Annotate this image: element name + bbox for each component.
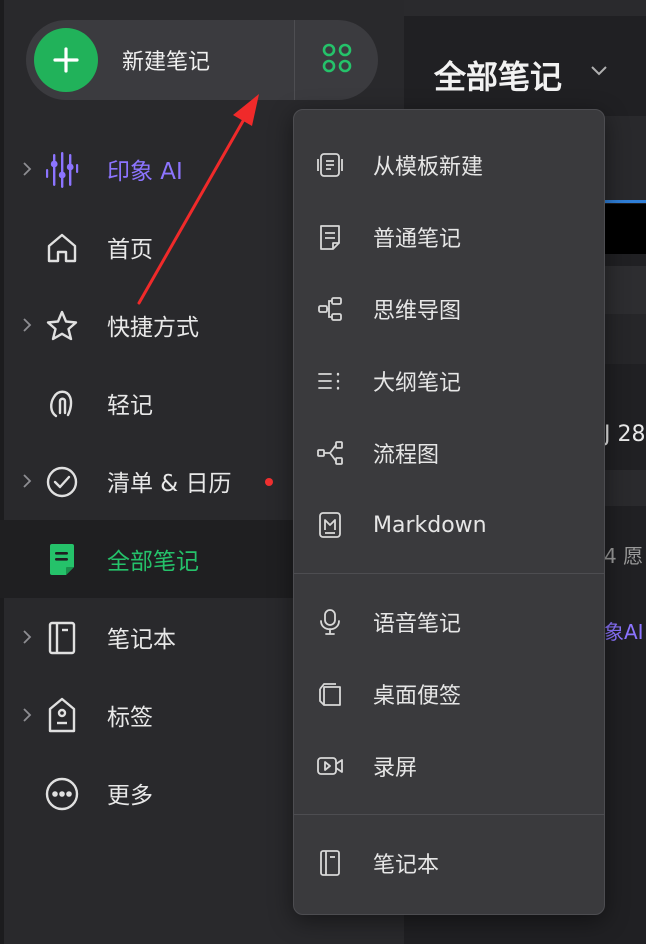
note-list-item[interactable] xyxy=(600,314,646,364)
note-text-fragment: 4 愿 xyxy=(604,544,644,568)
menu-item-label: 流程图 xyxy=(373,443,440,468)
outline-icon xyxy=(316,367,344,395)
note-ai-fragment: 象AI xyxy=(604,620,644,644)
menu-divider xyxy=(294,573,604,574)
sidebar-item-label: 全部笔记 xyxy=(107,549,199,575)
new-note-dropdown-menu: 从模板新建 普通笔记 思维导图 大纲笔记 流程图 Markdown 语音笔记 桌… xyxy=(293,109,605,915)
four-leaf-grid-icon xyxy=(321,42,353,78)
menu-item-notebook[interactable]: 笔记本 xyxy=(294,827,604,899)
new-note-button-group: 新建笔记 xyxy=(26,20,378,100)
sidebar-item-label: 首页 xyxy=(107,237,153,263)
menu-item-flowchart[interactable]: 流程图 xyxy=(294,417,604,489)
note-list-item[interactable] xyxy=(600,470,646,506)
new-note-label: 新建笔记 xyxy=(122,50,211,75)
sidebar-item-label: 清单 & 日历 xyxy=(107,471,232,497)
more-icon xyxy=(42,774,82,814)
menu-item-label: 大纲笔记 xyxy=(373,371,462,396)
check-circle-icon xyxy=(42,462,82,502)
note-icon xyxy=(316,223,344,251)
menu-item-label: 普通笔记 xyxy=(373,227,462,252)
chevron-right-icon[interactable] xyxy=(20,316,34,334)
sidebar-item-label: 更多 xyxy=(107,783,153,809)
menu-item-label: 思维导图 xyxy=(373,299,462,324)
sidebar-item-label: 印象 AI xyxy=(107,159,183,185)
menu-item-outline-note[interactable]: 大纲笔记 xyxy=(294,345,604,417)
chevron-right-icon[interactable] xyxy=(20,160,34,178)
note-list-item-selected[interactable] xyxy=(600,204,646,254)
new-note-options-button[interactable] xyxy=(295,20,378,100)
flowchart-icon xyxy=(316,439,344,467)
menu-item-label: 语音笔记 xyxy=(373,612,462,637)
notification-dot xyxy=(265,478,273,486)
menu-item-label: 录屏 xyxy=(373,756,418,781)
menu-item-sticky-note[interactable]: 桌面便签 xyxy=(294,658,604,730)
selection-indicator xyxy=(600,200,646,203)
template-icon xyxy=(316,151,344,179)
paperclip-icon xyxy=(42,384,82,424)
notebook-icon xyxy=(316,849,344,877)
menu-item-label: 桌面便签 xyxy=(373,684,462,709)
sidebar-item-label: 笔记本 xyxy=(107,627,176,653)
note-date-fragment: J 28 xyxy=(604,422,646,447)
mindmap-icon xyxy=(316,295,344,323)
chevron-right-icon[interactable] xyxy=(20,472,34,490)
menu-item-voice-note[interactable]: 语音笔记 xyxy=(294,586,604,658)
chevron-down-icon[interactable] xyxy=(590,62,608,81)
notebook-icon xyxy=(42,618,82,658)
new-note-button[interactable]: 新建笔记 xyxy=(26,20,294,100)
tag-icon xyxy=(42,696,82,736)
menu-item-regular-note[interactable]: 普通笔记 xyxy=(294,201,604,273)
menu-item-label: 笔记本 xyxy=(373,853,440,878)
menu-item-mind-map[interactable]: 思维导图 xyxy=(294,273,604,345)
note-list-item[interactable] xyxy=(600,266,646,314)
video-camera-icon xyxy=(316,752,344,780)
sidebar-item-label: 快捷方式 xyxy=(107,315,199,341)
sticky-note-icon xyxy=(316,680,344,708)
sparkle-ai-icon xyxy=(42,150,82,190)
menu-item-label: 从模板新建 xyxy=(373,155,484,180)
home-icon xyxy=(42,228,82,268)
microphone-icon xyxy=(316,608,344,636)
menu-item-from-template[interactable]: 从模板新建 xyxy=(294,129,604,201)
star-icon xyxy=(42,306,82,346)
markdown-icon xyxy=(316,511,344,539)
menu-item-screen-recording[interactable]: 录屏 xyxy=(294,730,604,802)
plus-icon xyxy=(34,28,98,92)
page-title[interactable]: 全部笔记 xyxy=(434,52,562,98)
chevron-right-icon[interactable] xyxy=(20,628,34,646)
menu-item-markdown[interactable]: Markdown xyxy=(294,489,604,561)
sidebar-item-label: 标签 xyxy=(107,705,153,731)
chevron-right-icon[interactable] xyxy=(20,706,34,724)
sidebar-item-label: 轻记 xyxy=(107,393,153,419)
note-icon xyxy=(42,540,82,580)
menu-item-label: Markdown xyxy=(373,512,487,538)
menu-divider xyxy=(294,814,604,815)
